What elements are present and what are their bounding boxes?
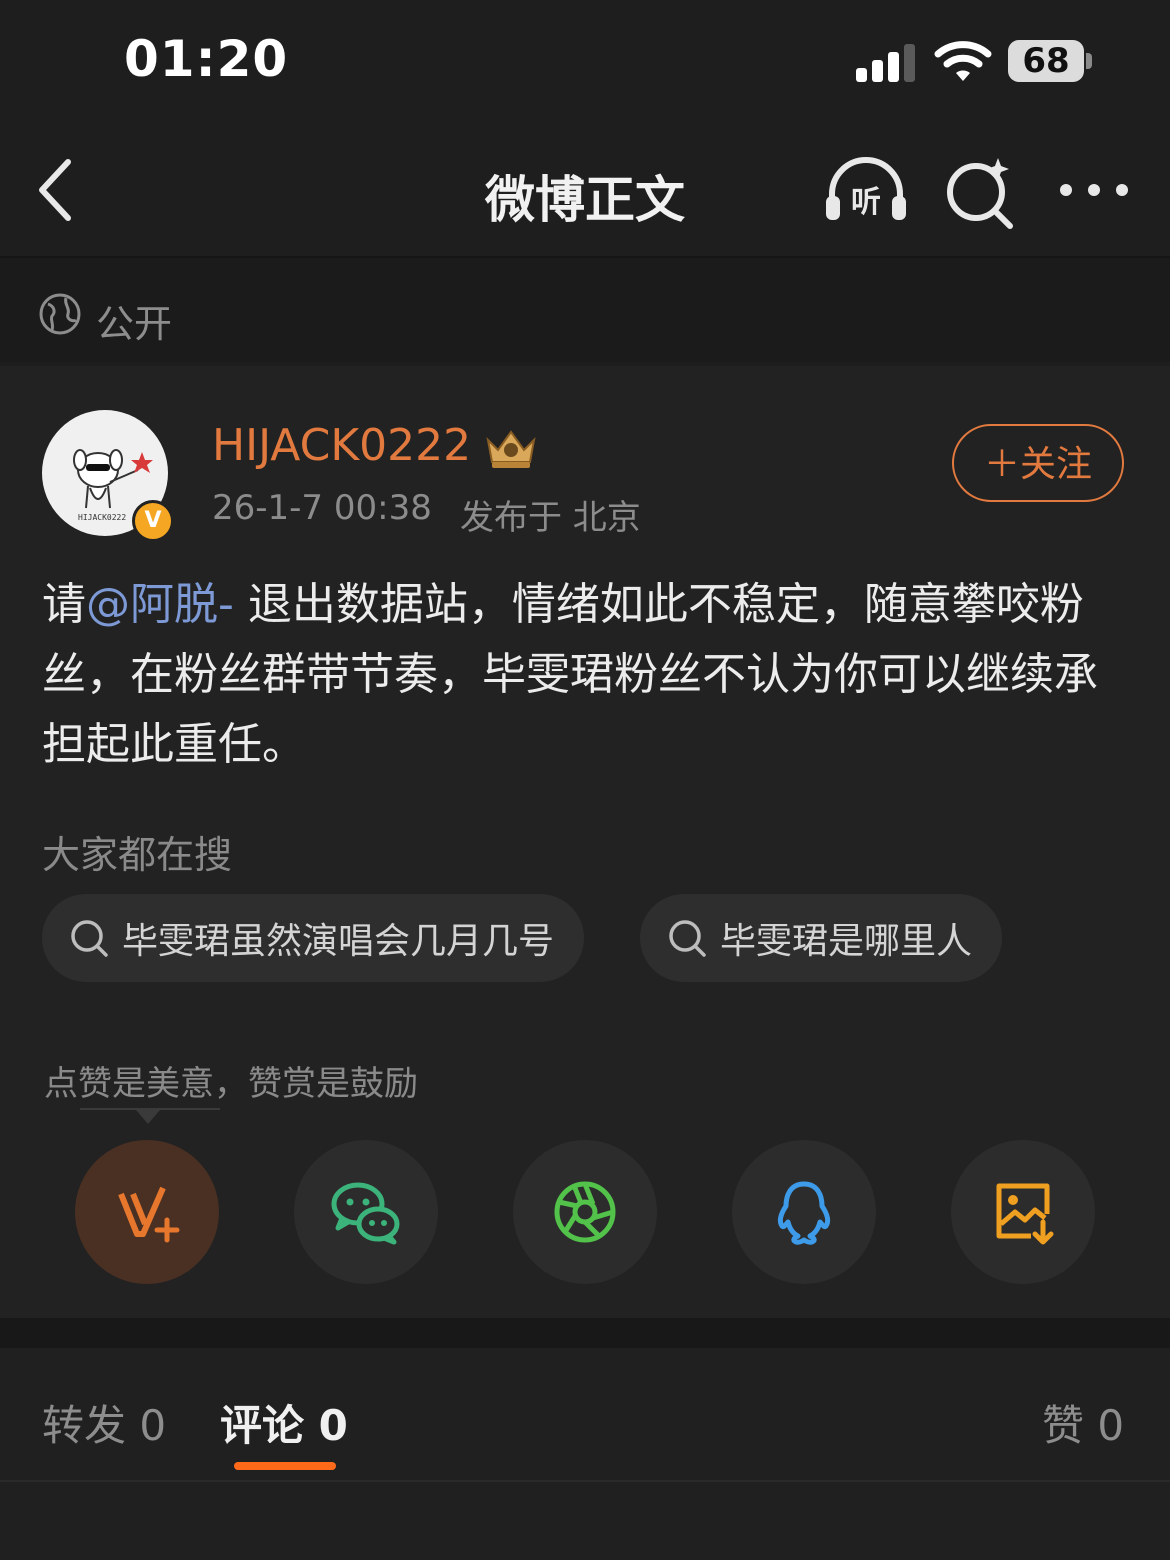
search-icon xyxy=(71,920,108,957)
mention-link[interactable]: @阿脱- xyxy=(86,579,234,630)
tab-comment[interactable]: 评论 0 xyxy=(220,1392,348,1453)
interaction-tabs xyxy=(0,1348,1170,1560)
wifi-icon xyxy=(934,41,992,81)
trending-title: 大家都在搜 xyxy=(42,833,233,877)
save-image-button[interactable] xyxy=(951,1140,1095,1284)
post-location: 发布于 北京 xyxy=(460,498,641,538)
section-divider xyxy=(0,1318,1170,1348)
post-body-prefix: 请 xyxy=(42,579,86,630)
trending-search-chip[interactable]: 毕雯珺是哪里人 xyxy=(640,894,1003,982)
wechat-icon xyxy=(331,1182,400,1245)
save-image-icon xyxy=(996,1183,1054,1245)
follow-button[interactable]: ＋关注 xyxy=(952,424,1124,502)
trending-search-chip[interactable]: 毕雯珺虽然演唱会几月几号 xyxy=(42,894,585,982)
moments-icon xyxy=(554,1181,616,1243)
battery-nub xyxy=(1086,53,1092,69)
trending-query: 毕雯珺是哪里人 xyxy=(720,921,973,962)
reward-pointer xyxy=(136,1110,160,1124)
share-qq-button[interactable] xyxy=(732,1140,876,1284)
visibility-row xyxy=(0,258,1170,362)
qq-icon xyxy=(777,1181,831,1245)
v-plus-icon xyxy=(118,1186,180,1243)
active-tab-indicator xyxy=(234,1462,336,1470)
status-time: 01:20 xyxy=(124,30,289,88)
svg-text:HIJACK0222: HIJACK0222 xyxy=(78,513,126,522)
tab-repost[interactable]: 转发 0 xyxy=(42,1392,166,1453)
cellular-signal-icon xyxy=(856,42,916,82)
reward-hint: 点赞是美意，赞赏是鼓励 xyxy=(44,1064,418,1104)
post-timestamp: 26-1-7 00:38 xyxy=(212,488,432,528)
reward-v-plus-button[interactable] xyxy=(75,1140,219,1284)
svg-text:听: 听 xyxy=(851,185,881,220)
search-icon xyxy=(669,920,706,957)
listen-headphones-icon[interactable]: 听 xyxy=(820,150,912,230)
more-dots-icon[interactable] xyxy=(1052,160,1136,220)
tabs-divider xyxy=(0,1480,1170,1482)
share-moments-button[interactable] xyxy=(513,1140,657,1284)
battery-indicator: 68 xyxy=(1008,40,1084,82)
sparkle-search-icon[interactable] xyxy=(940,150,1020,230)
post-body: 请@阿脱- 退出数据站，情绪如此不稳定，随意攀咬粉丝，在粉丝群带节奏，毕雯珺粉丝… xyxy=(42,570,1128,780)
share-wechat-button[interactable] xyxy=(294,1140,438,1284)
author-username[interactable]: HIJACK0222 xyxy=(212,420,471,471)
verified-badge: V xyxy=(132,500,174,542)
visibility-label: 公开 xyxy=(96,302,173,346)
globe-icon xyxy=(39,293,81,335)
tab-like[interactable]: 赞 0 xyxy=(1042,1392,1124,1453)
crown-badge-icon[interactable] xyxy=(482,424,540,470)
trending-query: 毕雯珺虽然演唱会几月几号 xyxy=(122,921,555,962)
